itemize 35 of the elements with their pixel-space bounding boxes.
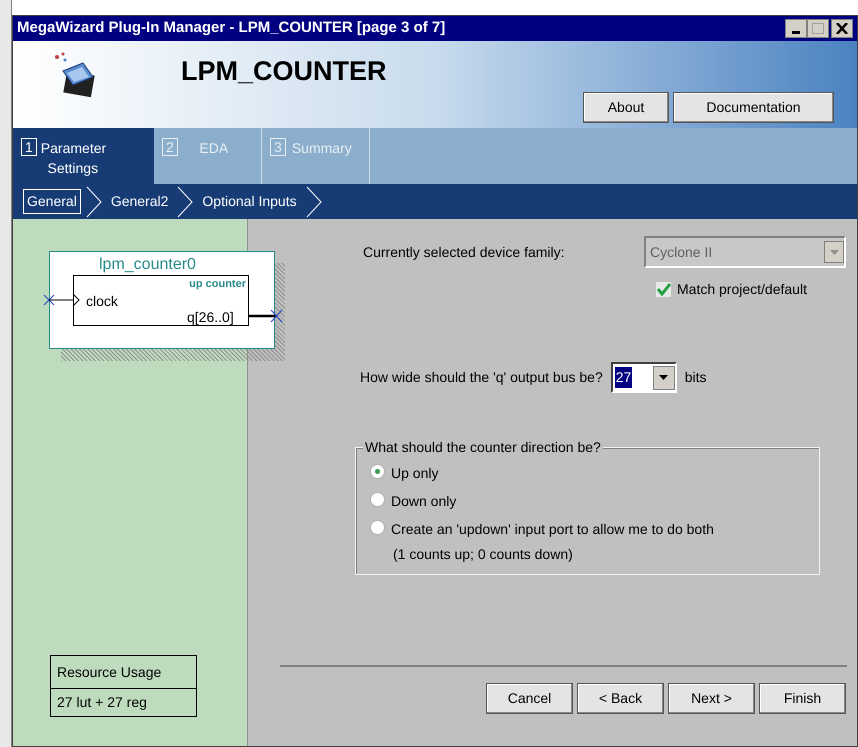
step-link[interactable]: Optional Inputs: [198, 189, 301, 214]
counter-type: up counter: [189, 277, 246, 292]
port-label: q[26..0]: [187, 308, 234, 327]
unit-label: bits: [684, 368, 707, 387]
next-button[interactable]: Next >: [668, 683, 755, 714]
instance-name: lpm_counter0: [99, 255, 196, 275]
radio-note: (1 counts up; 0 counts down): [393, 545, 574, 564]
radio-label: Create an 'updown' input port to allow me to do both: [391, 520, 714, 539]
output-pin: [249, 309, 283, 323]
step-link[interactable]: General: [23, 189, 81, 214]
radio-label: Down only: [391, 492, 456, 511]
radio-button[interactable]: [370, 464, 385, 479]
checkbox[interactable]: [656, 282, 671, 297]
minimize-button[interactable]: [785, 19, 807, 38]
close-icon: [836, 23, 848, 34]
resource-usage-title: Resource Usage: [51, 656, 196, 689]
step-link[interactable]: General2: [106, 189, 172, 214]
checkbox-label: Match project/default: [677, 280, 807, 299]
cancel-button[interactable]: Cancel: [486, 683, 573, 714]
wizard-tab[interactable]: 1 Parameter Settings: [13, 128, 154, 184]
radio-button[interactable]: [370, 492, 385, 507]
field-label: How wide should the 'q' output bus be?: [360, 368, 603, 387]
radio-label: Up only: [391, 464, 438, 483]
about-button[interactable]: About: [583, 92, 669, 123]
window-title: MegaWizard Plug-In Manager - LPM_COUNTER [page 3 of 7]: [17, 18, 446, 38]
close-button[interactable]: [831, 19, 853, 38]
port-label: clock: [86, 292, 118, 311]
back-button[interactable]: < Back: [577, 683, 664, 714]
finish-button[interactable]: Finish: [759, 683, 846, 714]
radio-button[interactable]: [370, 520, 385, 535]
bus-width-combo[interactable]: 27: [610, 362, 677, 393]
resource-usage-value: 27 lut + 27 reg: [56, 693, 148, 712]
field-label: Currently selected device family:: [363, 243, 565, 262]
component-title: LPM_COUNTER: [181, 55, 387, 88]
documentation-button[interactable]: Documentation: [673, 92, 834, 123]
